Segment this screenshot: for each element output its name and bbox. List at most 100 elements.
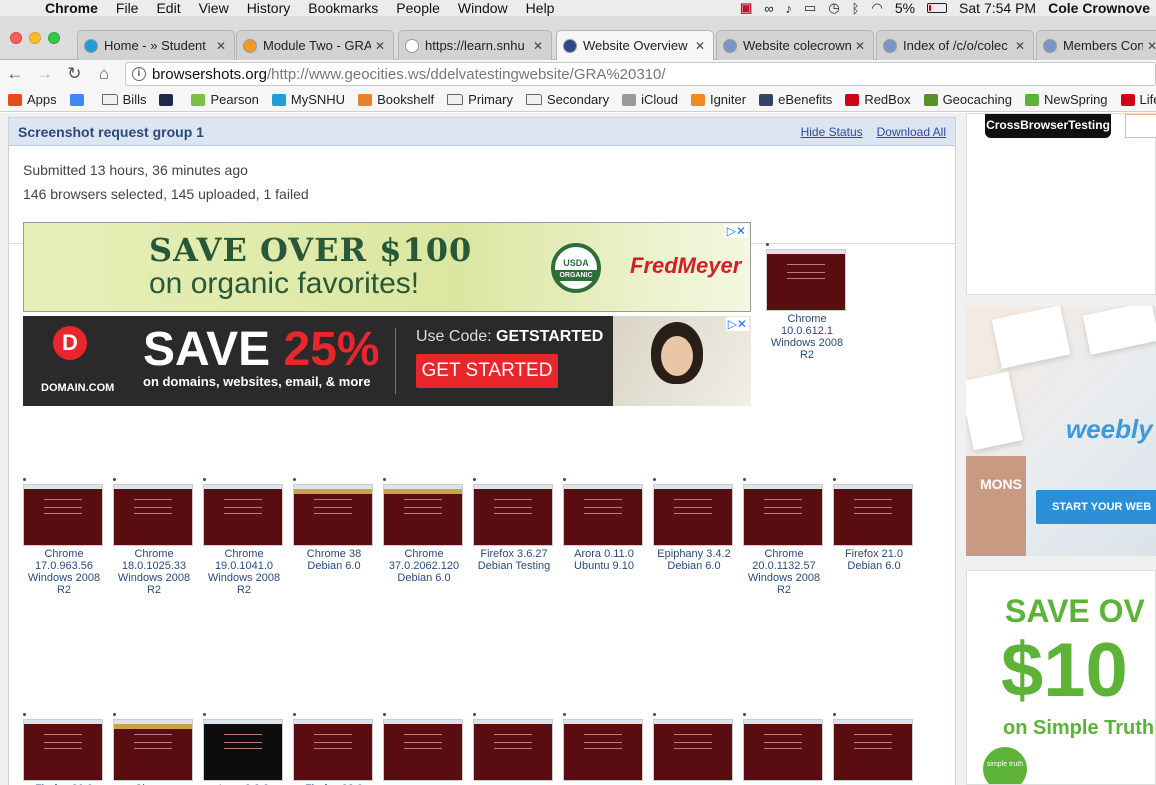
browser-screenshot-thumbnail[interactable]: Chrome 18.0.1025.33 Windows 2008 R2 — [113, 478, 195, 596]
thumbnail-caption[interactable]: Chrome 37.0.2062.120 Debian 6.0 — [383, 548, 465, 584]
browser-screenshot-thumbnail[interactable]: Lynx 2.8.8 — [203, 713, 285, 785]
tab-close-icon[interactable]: ✕ — [216, 39, 228, 53]
screenshot-image[interactable] — [743, 719, 823, 781]
back-arrow-icon[interactable]: ← — [0, 64, 30, 84]
adchoices-close-icon[interactable]: ▷✕ — [724, 224, 748, 238]
browser-screenshot-thumbnail[interactable] — [653, 713, 735, 783]
screenshot-image[interactable] — [113, 719, 193, 781]
screenshot-image[interactable] — [383, 719, 463, 781]
menu-window[interactable]: Window — [449, 0, 517, 16]
home-icon[interactable]: ⌂ — [89, 64, 119, 84]
browser-tab[interactable]: Index of /c/o/colec ✕ — [876, 30, 1034, 60]
creative-cloud-icon[interactable]: ∞ — [764, 1, 773, 16]
domain-com-ad-banner[interactable]: D DOMAIN.COM SAVE 25% on domains, websit… — [23, 316, 751, 406]
browser-tab[interactable]: Module Two - GRA ✕ — [236, 30, 394, 60]
download-all-link[interactable]: Download All — [877, 125, 946, 139]
hide-status-link[interactable]: Hide Status — [801, 125, 863, 139]
wifi-icon[interactable]: ◠ — [871, 0, 882, 16]
airplay-icon[interactable]: ▭ — [804, 0, 816, 16]
menu-bookmarks[interactable]: Bookmarks — [299, 0, 387, 16]
thumbnail-caption[interactable]: Epiphany 3.4.2 Debian 6.0 — [653, 548, 735, 572]
browser-tab[interactable]: Members Control ✕ — [1036, 30, 1156, 60]
browser-screenshot-thumbnail[interactable]: Chrome 20.0.1132.57 Windows 2008 R2 — [743, 478, 825, 596]
browser-screenshot-thumbnail[interactable]: Firefox 3.6.27 Debian Testing — [473, 478, 555, 572]
battery-icon[interactable] — [927, 3, 948, 13]
browser-screenshot-thumbnail[interactable]: Chrome 17.0.963.56 Windows 2008 R2 — [23, 478, 105, 596]
thumbnail-caption[interactable]: Chrome 10.0.612.1 Windows 2008 R2 — [766, 313, 848, 361]
browser-screenshot-thumbnail[interactable]: Arora 0.11.0 Ubuntu 9.10 — [563, 478, 645, 572]
screenshot-image[interactable] — [563, 719, 643, 781]
tab-close-icon[interactable]: ✕ — [855, 39, 867, 53]
screenshot-image[interactable] — [473, 719, 553, 781]
bookmark-item[interactable]: NewSpring — [1024, 92, 1108, 107]
thumbnail-caption[interactable]: Chrome 20.0.1132.57 Windows 2008 R2 — [743, 548, 825, 596]
bookmark-item[interactable]: Bookshelf — [358, 92, 434, 107]
bookmark-item[interactable]: Igniter — [690, 92, 746, 107]
bookmark-item[interactable]: Geocaching — [923, 92, 1012, 107]
menu-app-chrome[interactable]: Chrome — [36, 0, 107, 16]
tab-close-icon[interactable]: ✕ — [1015, 39, 1027, 53]
bookmark-item[interactable] — [159, 93, 178, 106]
start-your-website-button[interactable]: START YOUR WEB — [1036, 490, 1156, 524]
thumbnail-caption[interactable]: Firefox 3.6.27 Debian Testing — [473, 548, 555, 572]
screenshot-image[interactable] — [23, 719, 103, 781]
sidebar-ad-simple-truth[interactable]: SAVE OV $10 on Simple Truth O simple tru… — [966, 570, 1156, 785]
bookmark-item[interactable] — [69, 93, 89, 106]
bookmark-item[interactable]: iCloud — [622, 92, 678, 107]
sidebar-ad-weebly[interactable]: weebly MONS START YOUR WEB — [966, 306, 1156, 556]
info-icon[interactable]: i — [131, 67, 146, 81]
bookmark-item[interactable]: Apps — [8, 92, 57, 107]
browser-screenshot-thumbnail[interactable]: Firefox 22.0 — [293, 713, 375, 785]
browser-screenshot-thumbnail[interactable] — [383, 713, 465, 783]
get-started-button[interactable]: GET STARTED — [416, 354, 558, 388]
browser-screenshot-thumbnail[interactable]: Epiphany 3.4.2 Debian 6.0 — [653, 478, 735, 572]
screenshot-image[interactable] — [293, 484, 373, 546]
bookmark-item[interactable]: eBenefits — [759, 92, 832, 107]
adchoices-close-icon[interactable]: ▷✕ — [725, 317, 749, 331]
browser-screenshot-thumbnail[interactable]: Chrome — [113, 713, 195, 785]
screenshot-image[interactable] — [23, 484, 103, 546]
bookmark-item[interactable]: Bills — [101, 92, 146, 107]
close-window-button[interactable] — [10, 32, 22, 44]
menu-file[interactable]: File — [107, 0, 148, 16]
menu-people[interactable]: People — [387, 0, 449, 16]
reload-icon[interactable]: ↻ — [59, 64, 89, 84]
fredmeyer-ad-banner[interactable]: SAVE OVER $100 on organic favorites! USD… — [23, 222, 751, 312]
thumbnail-caption[interactable]: Arora 0.11.0 Ubuntu 9.10 — [563, 548, 645, 572]
menu-help[interactable]: Help — [517, 0, 564, 16]
screenshot-image[interactable] — [113, 484, 193, 546]
tab-close-icon[interactable]: ✕ — [1147, 39, 1156, 53]
thumbnail-caption[interactable]: Chrome 19.0.1041.0 Windows 2008 R2 — [203, 548, 285, 596]
screenshot-image[interactable] — [563, 484, 643, 546]
address-bar[interactable]: i browsershots.org/http://www.geocities.… — [124, 62, 1156, 86]
browser-screenshot-thumbnail[interactable]: Firefox 20.0 — [23, 713, 105, 785]
minimize-window-button[interactable] — [29, 32, 41, 44]
tab-close-icon[interactable]: ✕ — [533, 39, 545, 53]
screenshot-image[interactable] — [203, 719, 283, 781]
menu-edit[interactable]: Edit — [147, 0, 189, 16]
battery-percent[interactable]: 5% — [895, 0, 915, 16]
bookmark-item[interactable]: Primary — [447, 92, 513, 107]
browser-screenshot-thumbnail[interactable] — [833, 713, 915, 783]
bookmark-item[interactable]: Pearson — [191, 92, 259, 107]
browser-tab[interactable]: https://learn.snhu ✕ — [398, 30, 552, 60]
screenshot-image[interactable] — [203, 484, 283, 546]
thumbnail-caption[interactable]: Chrome 38 Debian 6.0 — [293, 548, 375, 572]
screenshot-image[interactable] — [766, 249, 846, 311]
sidebar-ad-crossbrowsertesting[interactable]: CrossBrowserTesting — [966, 113, 1156, 295]
browser-screenshot-thumbnail[interactable]: Firefox 21.0 Debian 6.0 — [833, 478, 915, 572]
browser-screenshot-thumbnail[interactable]: Chrome 19.0.1041.0 Windows 2008 R2 — [203, 478, 285, 596]
screenshot-image[interactable] — [473, 484, 553, 546]
browser-screenshot-thumbnail[interactable]: Chrome 10.0.612.1 Windows 2008 R2 — [766, 243, 848, 361]
thumbnail-caption[interactable]: Chrome 17.0.963.56 Windows 2008 R2 — [23, 548, 105, 596]
mcafee-icon[interactable]: ▣ — [740, 0, 752, 16]
screenshot-image[interactable] — [383, 484, 463, 546]
time-machine-icon[interactable]: ◷ — [828, 0, 839, 16]
screenshot-image[interactable] — [653, 484, 733, 546]
screenshot-image[interactable] — [833, 484, 913, 546]
browser-tab[interactable]: Home - » Student ✕ — [77, 30, 235, 60]
forward-arrow-icon[interactable]: → — [30, 64, 60, 84]
browser-screenshot-thumbnail[interactable]: Chrome 38 Debian 6.0 — [293, 478, 375, 572]
bookmark-item[interactable]: Life — [1120, 92, 1156, 107]
browser-screenshot-thumbnail[interactable]: Chrome 37.0.2062.120 Debian 6.0 — [383, 478, 465, 584]
